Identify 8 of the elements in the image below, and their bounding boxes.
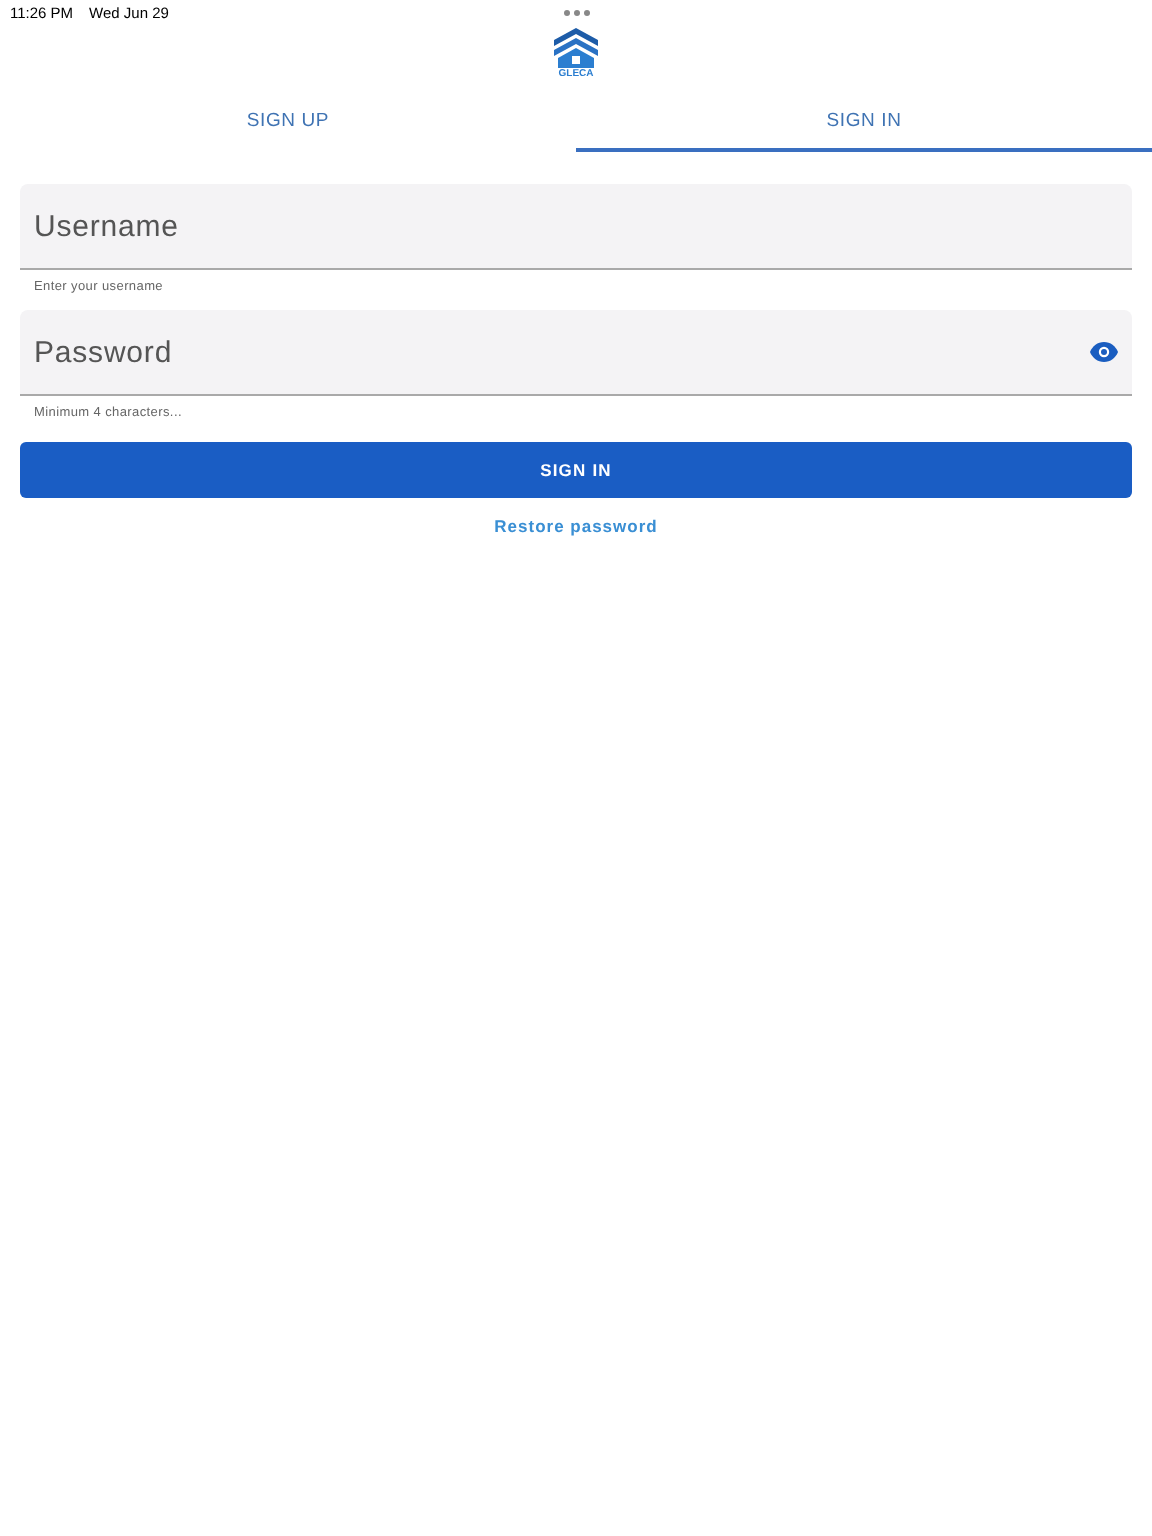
- multitasking-dots-icon[interactable]: [564, 10, 590, 16]
- restore-password-link[interactable]: Restore password: [494, 516, 658, 536]
- eye-icon[interactable]: [1090, 342, 1118, 362]
- sign-in-button[interactable]: SIGN IN: [20, 442, 1132, 498]
- input-field[interactable]: Password: [20, 310, 1132, 396]
- input-field[interactable]: Username: [20, 184, 1132, 270]
- tab[interactable]: SIGN IN: [576, 100, 1152, 152]
- tab[interactable]: SIGN UP: [0, 100, 576, 152]
